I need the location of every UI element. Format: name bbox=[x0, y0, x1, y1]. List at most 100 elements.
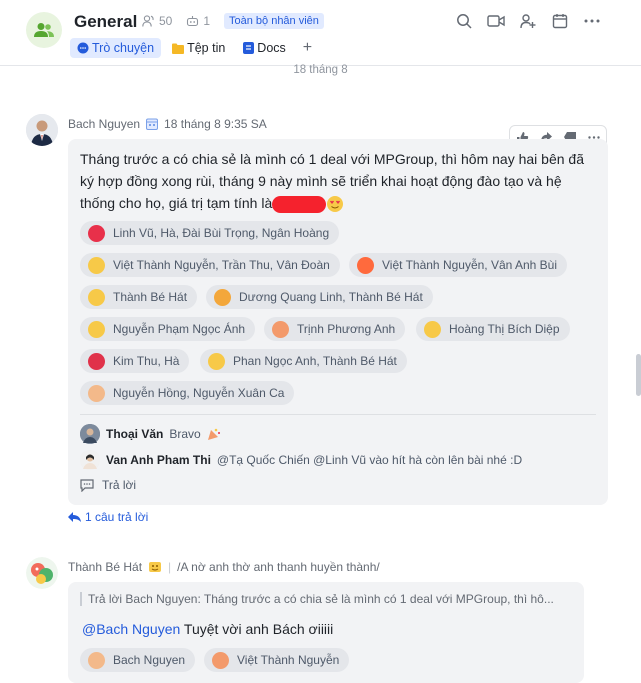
message-time: 18 tháng 8 9:35 SA bbox=[164, 117, 267, 131]
heart-eyes-icon bbox=[88, 320, 105, 338]
heart-eyes-emoji-icon bbox=[326, 195, 344, 213]
message-body: Tuyệt vời anh Bách ơiiiii bbox=[183, 621, 334, 637]
bot-icon bbox=[187, 16, 199, 27]
message-header: Thành Bé Hát | /A nờ anh thờ anh thanh h… bbox=[68, 560, 380, 574]
flex-arm-icon bbox=[88, 384, 105, 402]
reaction-users: Phan Ngọc Anh, Thành Bé Hát bbox=[233, 354, 397, 368]
group-avatar[interactable] bbox=[26, 12, 62, 48]
fireworks-icon bbox=[357, 256, 374, 274]
kiss-icon bbox=[208, 352, 225, 370]
reaction-chip[interactable]: Hoàng Thị Bích Diệp bbox=[416, 317, 570, 341]
comment-icon bbox=[80, 478, 94, 492]
message-line: Tháng trước a có chia sẻ là mình có 1 de… bbox=[80, 151, 584, 167]
reply-avatar[interactable] bbox=[80, 424, 100, 444]
member-count[interactable]: 50 bbox=[159, 14, 172, 28]
mention-link[interactable]: @Bach Nguyen bbox=[82, 621, 180, 637]
cracker-icon bbox=[272, 320, 289, 338]
reaction-chip[interactable]: Phan Ngọc Anh, Thành Bé Hát bbox=[200, 349, 407, 373]
video-call-icon[interactable] bbox=[487, 12, 505, 30]
chat-header: General 50 1 Toàn bộ nhân viên Trò chuyệ… bbox=[0, 0, 641, 66]
more-icon[interactable] bbox=[583, 12, 601, 30]
reaction-chip[interactable]: Thành Bé Hát bbox=[80, 285, 198, 309]
cartoon-avatar-icon bbox=[26, 557, 58, 589]
quoted-reply[interactable]: Trả lời Bach Nguyen: Tháng trước a có ch… bbox=[80, 592, 554, 606]
sender-name[interactable]: Bach Nguyen bbox=[68, 117, 140, 131]
reply-author[interactable]: Van Anh Pham Thi bbox=[106, 453, 211, 467]
reply-text: Bravo bbox=[169, 427, 201, 441]
header-actions bbox=[455, 12, 601, 30]
cracker-icon bbox=[207, 427, 221, 441]
status-separator: | bbox=[168, 560, 172, 574]
reaction-chip[interactable]: Việt Thành Nguyễn bbox=[204, 648, 350, 672]
status-emoji-icon bbox=[149, 562, 162, 572]
reaction-chip[interactable]: Kim Thu, Hà bbox=[80, 349, 190, 373]
chat-title: General bbox=[74, 12, 138, 31]
tab-docs-label: Docs bbox=[257, 41, 286, 55]
reaction-users: Nguyễn Phạm Ngọc Ánh bbox=[113, 322, 246, 336]
reply-divider bbox=[80, 414, 596, 415]
reply-button[interactable]: Trả lời bbox=[80, 478, 136, 492]
chat-bubble-icon bbox=[77, 42, 89, 54]
chat-tabs: Trò chuyện Tệp tin Docs + bbox=[70, 38, 318, 58]
date-divider: 18 tháng 8 bbox=[293, 64, 348, 76]
sender-name[interactable]: Thành Bé Hát bbox=[68, 560, 142, 574]
clap-icon bbox=[212, 651, 229, 669]
reaction-users: Nguyễn Hồng, Nguyễn Xuân Ca bbox=[113, 386, 285, 400]
reaction-chip[interactable]: Việt Thành Nguyễn, Vân Anh Bùi bbox=[349, 253, 568, 277]
bot-count[interactable]: 1 bbox=[203, 14, 210, 28]
chat-meta: 50 1 bbox=[142, 14, 210, 28]
tab-docs[interactable]: Docs bbox=[236, 38, 292, 58]
thread-replies-link[interactable]: 1 câu trả lời bbox=[68, 510, 148, 524]
party-popper-icon bbox=[214, 288, 231, 306]
redacted-value bbox=[272, 195, 327, 213]
search-icon[interactable] bbox=[455, 12, 473, 30]
reaction-users: Việt Thành Nguyễn, Trần Thu, Vân Đoàn bbox=[113, 258, 330, 272]
reaction-users: Việt Thành Nguyễn, Vân Anh Bùi bbox=[382, 258, 558, 272]
reply-item[interactable]: Van Anh Pham Thi @Tạ Quốc Chiến @Linh Vũ… bbox=[80, 450, 522, 470]
reaction-users: Dương Quang Linh, Thành Bé Hát bbox=[239, 290, 423, 304]
message-line-text: thống cho họ, giá trị tạm tính là bbox=[80, 195, 273, 211]
reply-text: @Tạ Quốc Chiến @Linh Vũ vào hít hà còn l… bbox=[216, 453, 523, 467]
message-text: @Bach Nguyen Tuyệt vời anh Bách ơiiiii bbox=[82, 621, 333, 637]
reaction-chip[interactable]: Việt Thành Nguyễn, Trần Thu, Vân Đoàn bbox=[80, 253, 340, 277]
sender-avatar[interactable] bbox=[26, 557, 58, 589]
message-line: ký hợp đồng xong rùi, tháng 9 này mình s… bbox=[80, 173, 562, 189]
add-tab-button[interactable]: + bbox=[297, 39, 318, 57]
members-icon bbox=[142, 15, 154, 27]
reaction-chip[interactable]: Trịnh Phương Anh bbox=[264, 317, 406, 341]
sender-avatar[interactable] bbox=[26, 114, 58, 146]
all-staff-badge: Toàn bộ nhân viên bbox=[224, 13, 324, 29]
person-avatar-icon bbox=[26, 114, 58, 146]
reaction-chip[interactable]: Bach Nguyen bbox=[80, 648, 196, 672]
reply-avatar[interactable] bbox=[80, 450, 100, 470]
tab-files-label: Tệp tin bbox=[187, 41, 226, 55]
reaction-users: Bach Nguyen bbox=[113, 653, 186, 667]
reply-button-label: Trả lời bbox=[102, 478, 137, 492]
reaction-chip[interactable]: Dương Quang Linh, Thành Bé Hát bbox=[206, 285, 433, 309]
sender-status: /A nờ anh thờ anh thanh huyền thành/ bbox=[177, 560, 380, 574]
group-icon bbox=[34, 23, 54, 37]
reply-item[interactable]: Thoại Văn Bravo bbox=[80, 424, 221, 444]
add-member-icon[interactable] bbox=[519, 12, 537, 30]
flex-arm-icon bbox=[88, 651, 105, 669]
thread-replies-label: 1 câu trả lời bbox=[85, 510, 149, 524]
reaction-chip[interactable]: Linh Vũ, Hà, Đài Bùi Trọng, Ngân Hoàng bbox=[80, 221, 340, 245]
reaction-users: Trịnh Phương Anh bbox=[297, 322, 396, 336]
dizzy-face-icon bbox=[88, 256, 105, 274]
calendar-status-icon bbox=[146, 118, 159, 130]
rose-icon bbox=[88, 352, 105, 370]
message-header: Bach Nguyen 18 tháng 8 9:35 SA bbox=[68, 117, 267, 131]
tab-chat[interactable]: Trò chuyện bbox=[70, 38, 162, 58]
tab-files[interactable]: Tệp tin bbox=[165, 38, 232, 58]
reaction-users: Linh Vũ, Hà, Đài Bùi Trọng, Ngân Hoàng bbox=[113, 226, 330, 240]
reaction-chip[interactable]: Nguyễn Hồng, Nguyễn Xuân Ca bbox=[80, 381, 295, 405]
scrollbar-thumb[interactable] bbox=[636, 354, 641, 396]
reply-author[interactable]: Thoại Văn bbox=[106, 427, 163, 441]
heart-icon bbox=[88, 224, 105, 242]
docs-icon bbox=[243, 42, 255, 54]
reaction-chip[interactable]: Nguyễn Phạm Ngọc Ánh bbox=[80, 317, 256, 341]
reaction-users: Kim Thu, Hà bbox=[113, 354, 180, 368]
reply-arrow-icon bbox=[68, 511, 81, 522]
smile-icon bbox=[88, 288, 105, 306]
calendar-icon[interactable] bbox=[551, 12, 569, 30]
